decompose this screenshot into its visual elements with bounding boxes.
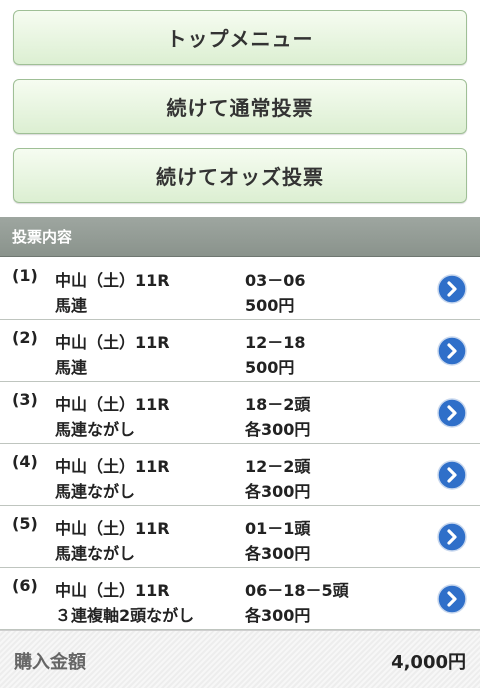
bet-type: 馬連ながし (55, 482, 136, 501)
chevron-right-icon[interactable] (437, 274, 467, 304)
bet-row[interactable]: (6) 中山（土）11R ３連複軸2頭ながし 06－18－5頭 各300円 (0, 568, 480, 630)
bet-index: (2) (12, 328, 38, 347)
bet-type: 馬連 (55, 358, 88, 377)
purchase-total-value: 4,000円 (391, 652, 466, 673)
bet-amount: 各300円 (245, 606, 311, 625)
purchase-total-bar: 購入金額 4,000円 (0, 630, 480, 688)
bet-combination: 12－2頭 (245, 457, 311, 476)
chevron-right-icon[interactable] (437, 584, 467, 614)
bet-index: (3) (12, 390, 38, 409)
bet-race: 中山（土）11R (55, 271, 170, 290)
bet-race: 中山（土）11R (55, 581, 170, 600)
chevron-right-icon[interactable] (437, 398, 467, 428)
bet-index: (6) (12, 576, 38, 595)
bet-contents-header: 投票内容 (0, 217, 480, 257)
bet-combination: 03－06 (245, 271, 306, 290)
bet-combination: 12－18 (245, 333, 306, 352)
bet-type: ３連複軸2頭ながし (55, 606, 195, 625)
bet-race: 中山（土）11R (55, 457, 170, 476)
chevron-right-icon[interactable] (437, 460, 467, 490)
bet-race: 中山（土）11R (55, 333, 170, 352)
bet-row[interactable]: (4) 中山（土）11R 馬連ながし 12－2頭 各300円 (0, 444, 480, 506)
bet-combination: 01－1頭 (245, 519, 311, 538)
chevron-right-icon[interactable] (437, 522, 467, 552)
continue-odds-vote-button[interactable]: 続けてオッズ投票 (13, 148, 467, 203)
bet-index: (5) (12, 514, 38, 533)
bet-row[interactable]: (3) 中山（土）11R 馬連ながし 18－2頭 各300円 (0, 382, 480, 444)
bet-type: 馬連ながし (55, 544, 136, 563)
bet-amount: 500円 (245, 358, 295, 377)
bet-row[interactable]: (2) 中山（土）11R 馬連 12－18 500円 (0, 320, 480, 382)
bet-contents-title: 投票内容 (12, 228, 73, 246)
purchase-total-label: 購入金額 (14, 652, 86, 673)
chevron-right-icon[interactable] (437, 336, 467, 366)
bet-type: 馬連 (55, 296, 88, 315)
bet-combination: 18－2頭 (245, 395, 311, 414)
bet-amount: 500円 (245, 296, 295, 315)
bet-amount: 各300円 (245, 544, 311, 563)
bet-index: (1) (12, 266, 38, 285)
top-menu-button[interactable]: トップメニュー (13, 10, 467, 65)
bet-race: 中山（土）11R (55, 519, 170, 538)
menu-buttons: トップメニュー 続けて通常投票 続けてオッズ投票 (0, 0, 480, 203)
bet-type: 馬連ながし (55, 420, 136, 439)
continue-normal-vote-button[interactable]: 続けて通常投票 (13, 79, 467, 134)
bet-amount: 各300円 (245, 420, 311, 439)
bet-row[interactable]: (5) 中山（土）11R 馬連ながし 01－1頭 各300円 (0, 506, 480, 568)
bet-index: (4) (12, 452, 38, 471)
bet-list: (1) 中山（土）11R 馬連 03－06 500円 (2) 中山（土）11R … (0, 258, 480, 630)
bet-row[interactable]: (1) 中山（土）11R 馬連 03－06 500円 (0, 258, 480, 320)
bet-amount: 各300円 (245, 482, 311, 501)
bet-race: 中山（土）11R (55, 395, 170, 414)
bet-combination: 06－18－5頭 (245, 581, 349, 600)
